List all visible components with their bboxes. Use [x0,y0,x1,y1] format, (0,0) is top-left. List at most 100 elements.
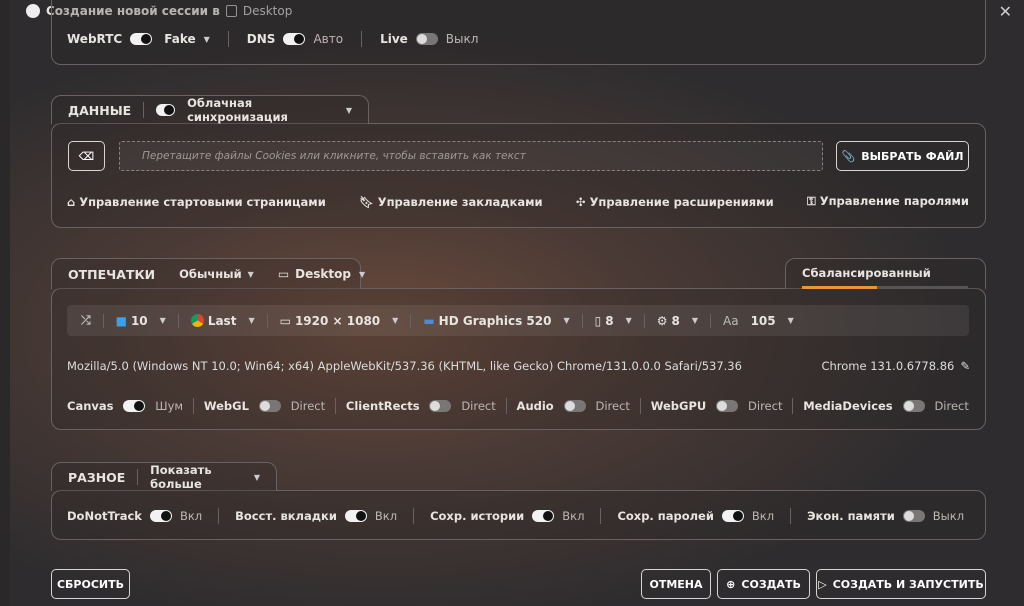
background-app-strip [0,0,10,606]
toggle-value: Вкл [751,509,775,523]
toggle-switch[interactable] [149,510,172,522]
profile-tab[interactable]: Сбалансированный [785,258,986,289]
memory-icon: ▯ [594,313,602,328]
create-button[interactable]: ⊕ СОЗДАТЬ [717,569,810,599]
dns-label: DNS [246,32,276,46]
divider [177,313,179,328]
start-pages-link[interactable]: ⌂ Управление стартовыми страницами [67,195,326,209]
toggle-switch[interactable] [902,510,925,522]
user-agent-text[interactable]: Mozilla/5.0 (Windows NT 10.0; Win64; x64… [67,359,742,373]
divider [505,398,507,414]
misc-toggles: DoNotTrack Вкл Восст. вкладки Вкл Сохр. исто… [67,508,964,524]
toggle-switch[interactable] [721,510,744,522]
create-label: СОЗДАТЬ [741,577,801,591]
pencil-icon[interactable]: ✎ [960,359,970,373]
fingerprint-mode-dropdown[interactable]: Обычный [179,267,242,281]
fonts-dropdown[interactable]: 105 [751,314,776,328]
create-and-launch-button[interactable]: ▷ СОЗДАТЬ И ЗАПУСТИТЬ [816,569,986,599]
chevron-down-icon: ▼ [563,316,570,325]
memory-dropdown[interactable]: 8 [605,314,613,328]
bookmarks-link[interactable]: 🔖︎ Управление закладками [359,195,542,209]
toggle-switch[interactable] [429,400,452,412]
link-label: Управление закладками [377,194,543,209]
gpu-dropdown[interactable]: HD Graphics 520 [439,314,552,328]
create-launch-label: СОЗДАТЬ И ЗАПУСТИТЬ [832,577,984,591]
os-dropdown[interactable]: 10 [131,314,148,328]
divider [710,313,711,328]
toggle-switch[interactable] [716,400,739,412]
dns-value: Авто [313,32,344,46]
live-toggle[interactable] [415,33,438,45]
toggle-value: Шум [155,399,184,413]
toggle-switch[interactable] [344,510,367,522]
data-section [51,123,986,228]
profile-progress-bar [802,286,968,289]
toggle-value: Direct [748,399,783,413]
browser-dropdown[interactable]: Last [208,314,237,328]
toggle-switch[interactable] [258,400,281,412]
toggle-value: Direct [595,399,630,413]
close-icon[interactable]: ✕ [999,2,1012,21]
toggle-label: WebGL [203,399,249,413]
home-icon: ⌂ [67,194,76,209]
toggle-value: Вкл [562,509,585,523]
chevron-down-icon: ▼ [159,316,166,325]
toggle-value: Direct [290,399,326,413]
misc-tab: РАЗНОЕ Показать больше ▼ [51,462,277,491]
link-label: Управление стартовыми страницами [79,194,326,209]
cancel-button[interactable]: ОТМЕНА [641,569,711,599]
dns-toggle[interactable] [283,33,306,45]
choose-file-label: ВЫБРАТЬ ФАЙЛ [861,149,964,163]
clear-cookies-button[interactable]: ⌫ [68,141,105,171]
chevron-down-icon: ▼ [691,316,698,325]
divider [266,313,268,328]
divider [643,313,645,328]
toggle-label: Сохр. истории [430,509,525,523]
link-label: Управление паролями [819,194,969,208]
shuffle-icon[interactable]: ⤮ [81,313,91,328]
chrome-icon [190,314,204,327]
resolution-dropdown[interactable]: 1920 × 1080 [295,314,380,328]
drop-placeholder: Перетащите файлы Cookies или кликните, ч… [142,150,526,162]
divider [792,398,794,414]
fingerprint-params-bar: ⤮ ■ 10 ▼ Last ▼ ▭ 1920 × 1080 ▼ ▬ HD Graphics … [67,305,969,336]
toggle-switch[interactable] [123,400,146,412]
divider [143,102,145,118]
cloud-sync-dropdown[interactable]: Облачная синхронизация [187,96,334,124]
toggle-value: Выкл [932,509,965,523]
toggle-switch[interactable] [563,400,586,412]
fingerprints-tab: ОТПЕЧАТКИ Обычный ▼ ▭ Desktop ▼ [51,258,365,289]
toggle-switch[interactable] [532,510,555,522]
cloud-sync-toggle[interactable] [156,104,176,116]
app-logo-icon [26,4,40,18]
webrtc-mode-dropdown[interactable]: Fake [164,32,195,46]
chevron-down-icon: ▼ [787,316,794,325]
fonts-icon: Aa [723,313,739,328]
show-more-dropdown[interactable]: Показать больше [150,463,242,491]
toggle-value: Direct [461,399,496,413]
passwords-link[interactable]: ⚿ Управление паролями [807,194,969,209]
toggle-switch[interactable] [902,400,925,412]
toggle-label: WebGPU [650,399,707,413]
webrtc-toggle[interactable] [130,33,153,45]
divider [227,31,229,47]
toggle-label: ClientRects [345,399,420,413]
chevron-down-icon: ▼ [392,316,399,325]
divider [361,31,363,47]
cores-dropdown[interactable]: 8 [671,314,679,328]
cpu-icon: ⚙ [656,313,668,328]
extensions-link[interactable]: ✣ Управление расширениями [576,195,774,209]
divider [102,313,104,328]
reset-button[interactable]: СБРОСИТЬ [51,569,130,599]
device-dropdown[interactable]: Desktop [295,267,351,281]
monitor-icon: ▭ [279,313,291,328]
divider [790,508,792,524]
choose-file-button[interactable]: 📎 ВЫБРАТЬ ФАЙЛ [836,141,969,171]
live-value: Выкл [445,32,479,46]
divider [600,508,602,524]
chevron-down-icon: ▼ [345,105,352,115]
bookmark-icon: 🔖︎ [359,194,374,209]
divider [218,508,220,524]
cookies-drop-zone[interactable]: Перетащите файлы Cookies или кликните, ч… [119,141,823,171]
toggle-label: Экон. памяти [807,509,895,523]
